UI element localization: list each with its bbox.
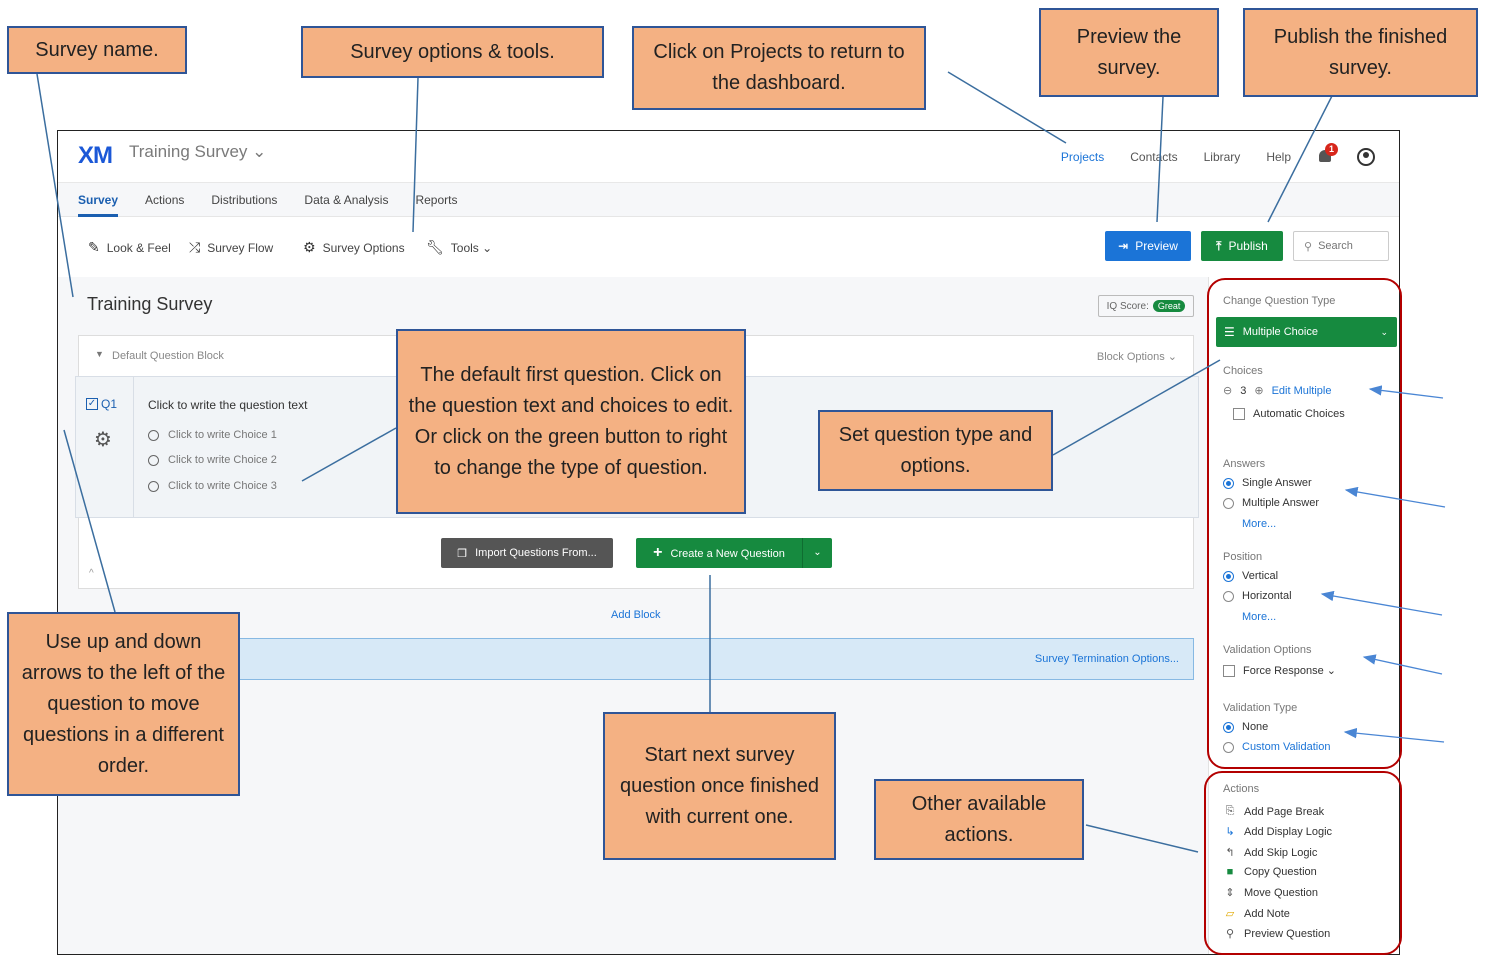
page-title[interactable]: Training Survey (87, 294, 212, 315)
preview-icon: ⇥ (1118, 239, 1129, 253)
flow-icon: ⤮ (189, 239, 201, 255)
callout-default-question: The default first question. Click on the… (396, 329, 746, 514)
gear-icon: ⚙ (303, 239, 316, 255)
termination-options-link[interactable]: Survey Termination Options... (1035, 653, 1179, 665)
nav-library[interactable]: Library (1204, 150, 1241, 164)
move-up-arrow-icon[interactable]: ^ (89, 568, 94, 579)
preview-label: Preview (1135, 239, 1178, 253)
tab-reports[interactable]: Reports (415, 183, 457, 216)
radio-icon (148, 480, 159, 492)
choice-item[interactable]: Click to write Choice 2 (148, 454, 277, 466)
preview-button[interactable]: ⇥ Preview (1105, 231, 1191, 261)
actions-highlight (1204, 771, 1402, 955)
publish-icon: ⤒ (1216, 238, 1222, 253)
look-feel-button[interactable]: ✎ Look & Feel (88, 239, 171, 256)
create-question-label: + Create a New Question (653, 544, 785, 561)
callout-survey-name: Survey name. (7, 26, 187, 74)
checkmark-icon: ✓ (86, 398, 98, 410)
iq-score-badge[interactable]: IQ Score: Great (1098, 295, 1194, 317)
choice-item[interactable]: Click to write Choice 3 (148, 480, 277, 492)
survey-flow-button[interactable]: ⤮ Survey Flow (189, 239, 273, 256)
top-nav: Projects Contacts Library Help 1 (1061, 131, 1399, 183)
notification-badge: 1 (1325, 143, 1338, 156)
callout-publish: Publish the finished survey. (1243, 8, 1478, 97)
section-tabs: Survey Actions Distributions Data & Anal… (58, 183, 1399, 217)
top-header: XM Training Survey ⌄ Projects Contacts L… (58, 131, 1399, 183)
callout-reorder: Use up and down arrows to the left of th… (7, 612, 240, 796)
tab-distributions[interactable]: Distributions (211, 183, 277, 216)
survey-title-dropdown[interactable]: Training Survey ⌄ (129, 142, 266, 162)
survey-toolbar: ✎ Look & Feel ⤮ Survey Flow ⚙ Survey Opt… (58, 217, 1399, 277)
import-icon: ❐ (457, 547, 468, 560)
search-box[interactable]: ⚲ (1293, 231, 1389, 261)
search-input[interactable] (1318, 240, 1379, 252)
survey-flow-label: Survey Flow (207, 240, 274, 255)
create-dropdown-chevron-icon[interactable]: ⌄ (802, 538, 832, 568)
xm-logo[interactable]: XM (78, 142, 113, 170)
tools-label: Tools ⌄ (450, 240, 493, 255)
radio-icon (148, 454, 159, 466)
question-number-column: ✓ Q1 ⚙ (76, 377, 134, 517)
question-options-highlight (1207, 278, 1402, 769)
import-questions-button[interactable]: ❐ Import Questions From... (441, 538, 613, 568)
paintbrush-icon: ✎ (88, 239, 100, 255)
survey-options-button[interactable]: ⚙ Survey Options (303, 239, 405, 256)
plus-icon: + (653, 544, 663, 561)
nav-contacts[interactable]: Contacts (1130, 150, 1177, 164)
notification-bell-icon[interactable]: 1 (1317, 143, 1338, 165)
question-select-checkbox[interactable]: ✓ Q1 (86, 397, 117, 411)
iq-score-value: Great (1152, 300, 1186, 312)
iq-score-label: IQ Score: (1106, 300, 1149, 312)
look-feel-label: Look & Feel (106, 240, 171, 255)
choice-item[interactable]: Click to write Choice 1 (148, 429, 277, 441)
import-label: Import Questions From... (475, 547, 597, 559)
tab-survey[interactable]: Survey (78, 183, 119, 217)
nav-projects[interactable]: Projects (1061, 150, 1104, 164)
search-icon: ⚲ (1304, 240, 1313, 253)
question-text[interactable]: Click to write the question text (148, 398, 307, 412)
callout-projects: Click on Projects to return to the dashb… (632, 26, 926, 110)
block-name[interactable]: Default Question Block (112, 350, 224, 362)
user-account-icon[interactable] (1357, 148, 1375, 166)
choice-text: Click to write Choice 1 (168, 429, 277, 441)
collapse-caret-icon[interactable]: ▼ (95, 349, 104, 359)
callout-set-question-type: Set question type and options. (818, 410, 1053, 491)
create-question-button[interactable]: + Create a New Question ⌄ (636, 538, 832, 568)
callout-survey-options-tools: Survey options & tools. (301, 26, 604, 78)
block-options-dropdown[interactable]: Block Options ⌄ (1097, 350, 1177, 363)
callout-next-question: Start next survey question once finished… (603, 712, 836, 860)
callout-other-actions: Other available actions. (874, 779, 1084, 860)
radio-icon (148, 429, 159, 441)
question-gear-icon[interactable]: ⚙ (94, 427, 112, 452)
callout-preview: Preview the survey. (1039, 8, 1219, 97)
question-number: Q1 (101, 397, 118, 411)
tab-actions[interactable]: Actions (145, 183, 184, 216)
termination-bar: Survey Termination Options... (78, 638, 1194, 680)
choice-text: Click to write Choice 3 (168, 480, 277, 492)
publish-button[interactable]: ⤒ Publish (1201, 231, 1283, 261)
wrench-icon: 🔧︎ (426, 239, 444, 255)
choice-text: Click to write Choice 2 (168, 454, 277, 466)
tools-dropdown[interactable]: 🔧︎ Tools ⌄ (426, 239, 492, 256)
nav-help[interactable]: Help (1266, 150, 1291, 164)
tab-data-analysis[interactable]: Data & Analysis (304, 183, 388, 216)
publish-label: Publish (1228, 239, 1268, 253)
survey-options-label: Survey Options (322, 240, 405, 255)
add-block-link[interactable]: Add Block (611, 609, 661, 621)
